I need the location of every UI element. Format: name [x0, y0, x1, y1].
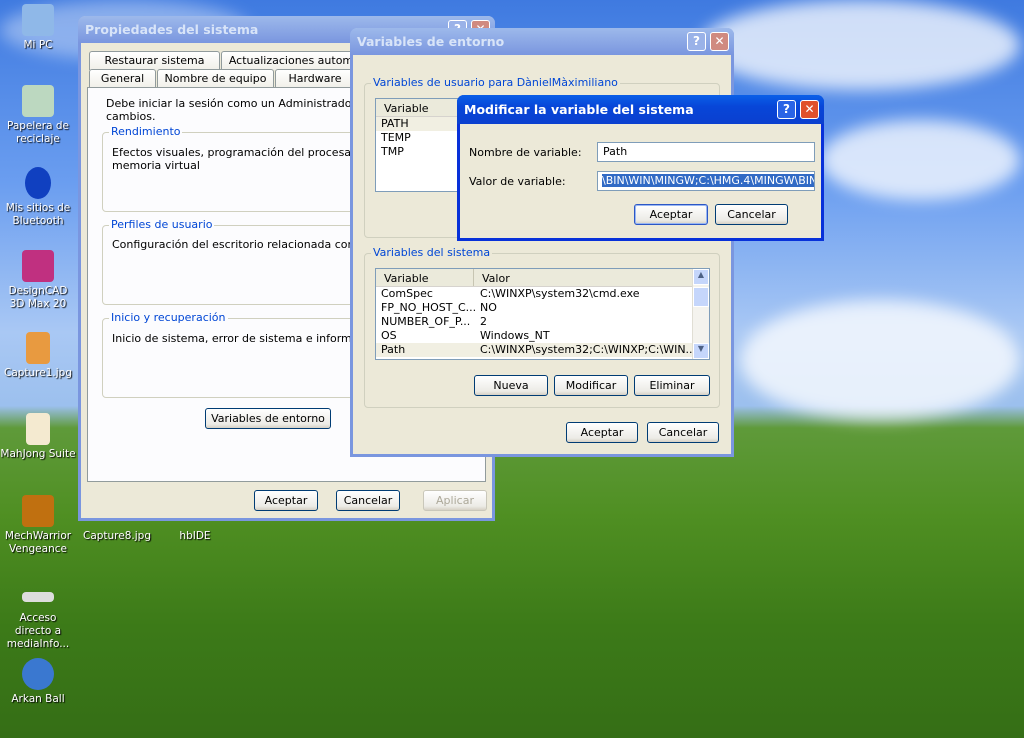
edit-button[interactable]: Modificar — [554, 375, 628, 396]
desktop-icon-mahjong[interactable]: MahJong Suite — [0, 413, 76, 461]
title-bar[interactable]: Variables de entorno ? ✕ — [350, 28, 734, 55]
cancel-button[interactable]: Cancelar — [647, 422, 719, 443]
ok-button[interactable]: Aceptar — [566, 422, 638, 443]
close-icon[interactable]: ✕ — [800, 100, 819, 119]
desktop-icon-designcad[interactable]: DesignCAD 3D Max 20 — [0, 250, 76, 311]
tab-actualizaciones[interactable]: Actualizaciones autom — [221, 51, 361, 70]
joystick-icon — [22, 658, 54, 690]
system-variables-group: Variables del sistema Variable Valor ComS… — [364, 246, 720, 408]
desktop-icon-mediainfo[interactable]: Acceso directo a mediaInfo... — [0, 592, 76, 651]
help-icon[interactable]: ? — [777, 100, 796, 119]
table-row[interactable]: NUMBER_OF_P... 2 — [376, 315, 709, 329]
desktop-icon-mi-pc[interactable]: Mi PC — [0, 4, 76, 52]
variable-name: FP_NO_HOST_C... — [381, 301, 477, 314]
table-row[interactable]: FP_NO_HOST_C... NO — [376, 301, 709, 315]
variable-name: OS — [381, 329, 397, 342]
tab-hardware[interactable]: Hardware — [275, 69, 355, 88]
desktop-icon-hbide[interactable]: hbIDE — [157, 530, 233, 543]
variable-name-input[interactable]: Path — [597, 142, 815, 162]
bluetooth-icon — [25, 167, 51, 199]
new-button[interactable]: Nueva — [474, 375, 548, 396]
scroll-thumb[interactable] — [693, 287, 709, 307]
mechwarrior-icon — [22, 495, 54, 527]
scroll-down-icon[interactable]: ▼ — [693, 343, 709, 359]
designcad-icon — [22, 250, 54, 282]
variable-value-input[interactable]: \BIN\WIN\MINGW;C:\HMG.4\MINGW\BIN; — [597, 171, 815, 191]
table-row[interactable]: ComSpec C:\WINXP\system32\cmd.exe — [376, 287, 709, 301]
image-file-icon — [26, 332, 50, 364]
title-bar[interactable]: Modificar la variable del sistema ? ✕ — [457, 95, 824, 124]
table-row[interactable]: OS Windows_NT — [376, 329, 709, 343]
variable-name: Path — [381, 343, 406, 356]
edit-system-variable-dialog: Modificar la variable del sistema ? ✕ No… — [457, 95, 824, 241]
variable-value: C:\WINXP\system32;C:\WINXP;C:\WIN... — [480, 343, 697, 356]
tab-restaurar-sistema[interactable]: Restaurar sistema — [89, 51, 220, 70]
ok-button[interactable]: Aceptar — [254, 490, 318, 511]
mahjong-icon — [26, 413, 50, 445]
desktop-icon-arkan-ball[interactable]: Arkan Ball — [0, 658, 76, 706]
environment-variables-button[interactable]: Variables de entorno — [205, 408, 331, 429]
variable-name-label: Nombre de variable: — [469, 146, 582, 159]
table-row[interactable]: Path C:\WINXP\system32;C:\WINXP;C:\WIN... — [376, 343, 709, 357]
desktop-icon-bluetooth[interactable]: Mis sitios de Bluetooth — [0, 167, 76, 228]
desktop-icon-recycle-bin[interactable]: Papelera de reciclaje — [0, 85, 76, 146]
system-variables-list[interactable]: Variable Valor ComSpec C:\WINXP\system32\c… — [375, 268, 710, 360]
ok-button[interactable]: Aceptar — [634, 204, 708, 225]
variable-name: ComSpec — [381, 287, 433, 300]
list-item[interactable]: PATH — [376, 117, 464, 131]
close-icon[interactable]: ✕ — [710, 32, 729, 51]
apply-button[interactable]: Aplicar — [423, 490, 487, 511]
variable-name: NUMBER_OF_P... — [381, 315, 471, 328]
variable-value: Windows_NT — [480, 329, 550, 342]
cancel-button[interactable]: Cancelar — [336, 490, 400, 511]
recycle-bin-icon — [22, 85, 54, 117]
desktop-icon-mechwarrior[interactable]: MechWarrior Vengeance — [0, 495, 76, 556]
help-icon[interactable]: ? — [687, 32, 706, 51]
mediainfo-icon — [22, 592, 54, 602]
variable-value: C:\WINXP\system32\cmd.exe — [480, 287, 640, 300]
delete-button[interactable]: Eliminar — [634, 375, 710, 396]
tab-general[interactable]: General — [89, 69, 156, 88]
list-item[interactable]: TMP — [376, 145, 464, 159]
scrollbar[interactable]: ▲ ▼ — [692, 269, 709, 359]
tab-nombre-equipo[interactable]: Nombre de equipo — [157, 69, 274, 88]
desktop-icon-capture8[interactable]: Capture8.jpg — [79, 530, 155, 543]
desktop-icon-capture1[interactable]: Capture1.jpg — [0, 332, 76, 380]
scroll-up-icon[interactable]: ▲ — [693, 269, 709, 285]
list-item[interactable]: TEMP — [376, 131, 464, 145]
cancel-button[interactable]: Cancelar — [715, 204, 788, 225]
variable-value: NO — [480, 301, 497, 314]
variable-value-label: Valor de variable: — [469, 175, 566, 188]
variable-value: 2 — [480, 315, 487, 328]
my-computer-icon — [22, 4, 54, 36]
environment-variables-window: Variables de entorno ? ✕ Variables de us… — [350, 28, 734, 457]
user-variables-list[interactable]: Variable PATH TEMP TMP — [375, 98, 465, 192]
